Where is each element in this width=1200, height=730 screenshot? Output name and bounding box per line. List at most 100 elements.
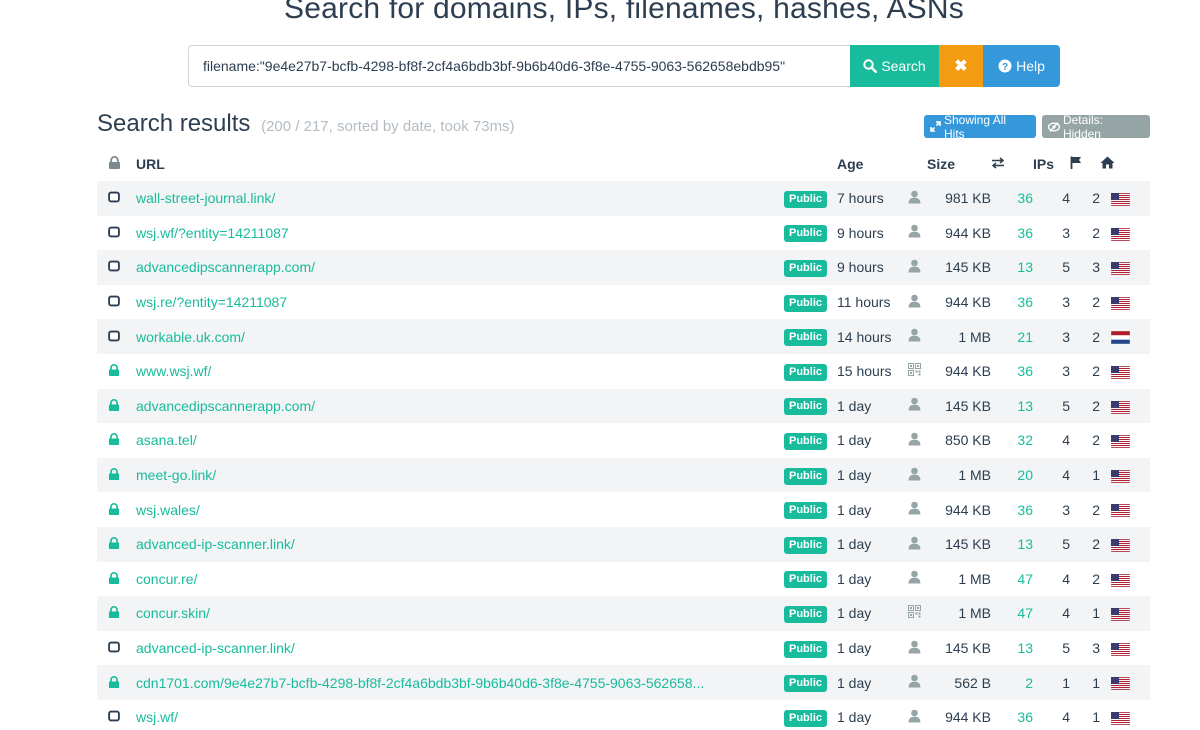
url-cell: meet-go.link/ [136,458,784,493]
table-row[interactable]: concur.re/ Public 1 day 1 MB 47 4 2 [97,562,1150,597]
lock-icon [108,537,120,550]
table-row[interactable]: advancedipscannerapp.com/ Public 1 day 1… [97,388,1150,424]
result-url-link[interactable]: concur.skin/ [136,605,784,621]
age-text: 1 day [837,674,872,691]
age-text: 1 day [837,605,872,622]
result-url-link[interactable]: wall-street-journal.link/ [136,190,784,206]
header-ips[interactable]: IPs [1033,146,1070,181]
lock-icon [108,502,120,515]
size-cell: 1 MB [927,458,991,493]
table-row[interactable]: www.wsj.wf/ Public 15 hours 944 KB 36 3 … [97,354,1150,389]
user-icon [908,536,920,550]
requests-count: 21 [1017,328,1033,345]
ips-count: 5 [1062,397,1070,414]
security-cell [97,562,136,597]
visibility-cell: Public [784,250,837,285]
visibility-cell: Public [784,492,837,527]
table-row[interactable]: wsj.wales/ Public 1 day 944 KB 36 3 2 [97,492,1150,527]
us-flag-icon [1110,262,1130,276]
header-visibility [784,146,837,181]
visibility-badge: Public [784,329,828,347]
showing-all-hits-button[interactable]: Showing All Hits [924,112,1036,141]
visibility-badge: Public [784,190,828,208]
visibility-badge: Public [784,502,828,520]
search-button[interactable]: Search [850,45,939,87]
table-row[interactable]: workable.uk.com/ Public 14 hours 1 MB 21… [97,319,1150,354]
url-cell: advancedipscannerapp.com/ [136,389,784,424]
table-row[interactable]: wsj.re/?entity=14211087 Public 11 hours … [97,285,1150,320]
size-text: 1 MB [958,328,991,345]
result-url-link[interactable]: advancedipscannerapp.com/ [136,398,784,414]
submitter-cell [901,562,927,597]
clear-button[interactable]: ✖ [939,45,983,87]
requests-count: 20 [1017,467,1033,484]
user-icon [908,501,920,515]
header-size[interactable]: Size [927,146,991,181]
submitter-cell [901,596,927,631]
user-icon [908,398,920,411]
showing-all-hits-label: Showing All Hits [944,112,1007,141]
table-row[interactable]: asana.tel/ Public 1 day 850 KB 32 4 2 [97,423,1150,458]
table-row[interactable]: meet-go.link/ Public 1 day 1 MB 20 4 1 [97,457,1150,493]
result-url-link[interactable]: advancedipscannerapp.com/ [136,259,784,275]
age-cell: 14 hours [837,319,901,354]
size-text: 944 KB [945,709,991,726]
flags-cell: 2 [1070,181,1100,216]
submitter-cell [901,181,927,216]
result-url-link[interactable]: concur.re/ [136,571,784,587]
table-row[interactable]: wall-street-journal.link/ Public 7 hours… [97,181,1150,216]
age-text: 7 hours [837,190,884,207]
unlock-icon [108,330,120,342]
result-url-link[interactable]: www.wsj.wf/ [136,363,784,379]
age-cell: 1 day [837,562,901,597]
requests-count: 36 [1017,190,1033,207]
result-url-link[interactable]: advanced-ip-scanner.link/ [136,536,784,552]
header-age[interactable]: Age [837,146,901,181]
size-cell: 1 MB [927,319,991,354]
result-url-link[interactable]: wsj.wf/ [136,709,784,725]
header-url[interactable]: URL [136,146,784,181]
result-url-link[interactable]: wsj.wf/?entity=14211087 [136,225,784,241]
age-cell: 1 day [837,492,901,527]
user-icon [908,467,920,481]
table-row[interactable]: wsj.wf/?entity=14211087 Public 9 hours 9… [97,216,1150,251]
requests-count: 32 [1017,432,1033,449]
visibility-cell: Public [784,527,837,562]
header-requests[interactable] [991,146,1033,181]
url-cell: wsj.wales/ [136,492,784,527]
result-url-link[interactable]: workable.uk.com/ [136,329,784,345]
svg-text:?: ? [1002,62,1008,73]
result-url-link[interactable]: wsj.wales/ [136,502,784,518]
us-flag-icon [1110,539,1130,553]
table-row[interactable]: advancedipscannerapp.com/ Public 9 hours… [97,250,1150,285]
user-icon [908,709,920,723]
home-icon [1100,156,1115,168]
details-toggle-button[interactable]: Details: Hidden [1042,113,1150,141]
ips-cell: 5 [1033,527,1070,562]
table-row[interactable]: wsj.wf/ Public 1 day 944 KB 36 4 1 [97,700,1150,730]
us-flag-icon [1110,642,1130,656]
result-url-link[interactable]: asana.tel/ [136,432,784,448]
table-row[interactable]: concur.skin/ Public 1 day 1 MB 47 4 1 [97,596,1150,631]
table-row[interactable]: cdn1701.com/9e4e27b7-bcfb-4298-bf8f-2cf4… [97,665,1150,700]
size-cell: 944 KB [927,700,991,730]
help-button[interactable]: ? Help [983,45,1060,87]
country-cell [1100,700,1150,730]
result-url-link[interactable]: advanced-ip-scanner.link/ [136,640,784,656]
size-cell: 145 KB [927,527,991,562]
size-cell: 1 MB [927,562,991,597]
ips-cell: 3 [1033,319,1070,354]
user-icon [908,674,920,688]
age-cell: 1 day [837,389,901,424]
table-row[interactable]: advanced-ip-scanner.link/ Public 1 day 1… [97,631,1150,666]
result-url-link[interactable]: wsj.re/?entity=14211087 [136,294,784,310]
search-input[interactable] [188,45,850,87]
result-url-link[interactable]: cdn1701.com/9e4e27b7-bcfb-4298-bf8f-2cf4… [136,675,784,691]
table-row[interactable]: advanced-ip-scanner.link/ Public 1 day 1… [97,526,1150,562]
flags-count: 2 [1092,570,1100,587]
result-url-link[interactable]: meet-go.link/ [136,467,784,483]
header-country[interactable] [1100,146,1150,181]
submitter-cell [901,458,927,493]
security-cell [97,319,136,354]
header-flags[interactable] [1070,146,1100,181]
